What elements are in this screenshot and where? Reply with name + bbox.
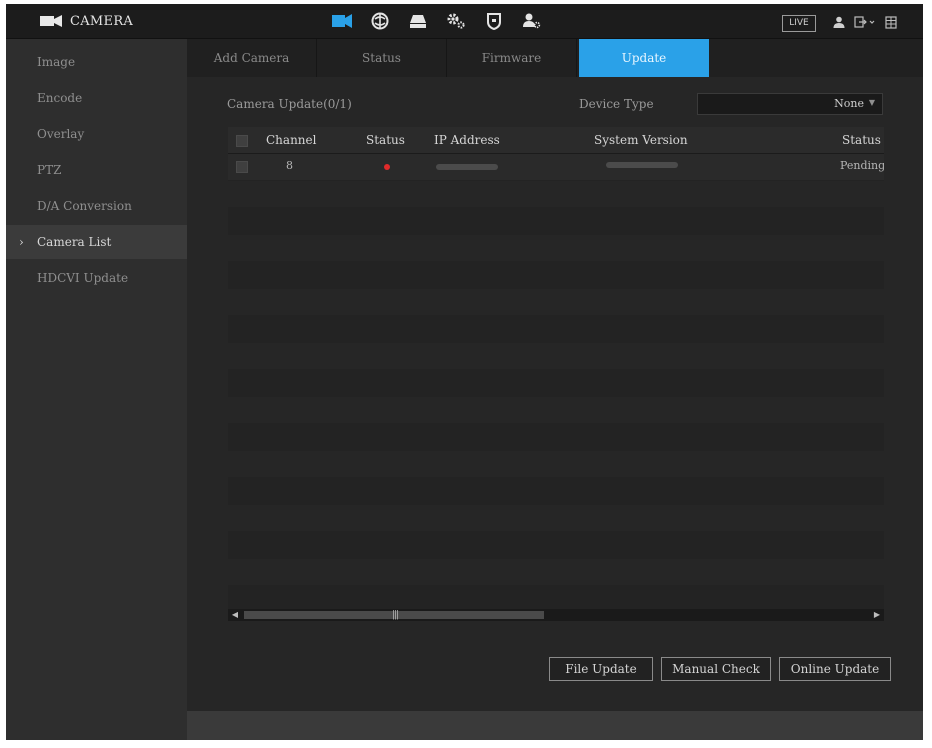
network-icon[interactable] — [366, 7, 394, 35]
tab-firmware[interactable]: Firmware — [447, 39, 577, 77]
sidebar-item-label: Overlay — [37, 127, 85, 141]
tab-status[interactable]: Status — [317, 39, 447, 77]
chevron-down-icon: ▼ — [868, 98, 875, 107]
column-header-system-version: System Version — [594, 133, 688, 147]
ip-address-redacted — [436, 164, 498, 170]
logout-icon[interactable] — [852, 14, 878, 30]
sidebar-item-camera-list[interactable]: › Camera List — [6, 225, 187, 259]
chevron-right-icon: › — [19, 235, 24, 249]
channel-cell: 8 — [286, 159, 293, 172]
sidebar-item-label: Camera List — [37, 235, 112, 249]
grip-icon: ||| — [392, 610, 399, 620]
scrollbar-thumb[interactable]: ||| — [244, 610, 544, 620]
camera-icon[interactable] — [328, 7, 356, 35]
sidebar-item-label: Image — [37, 55, 76, 69]
sidebar-item-image[interactable]: Image — [6, 45, 187, 79]
live-button[interactable]: LIVE — [782, 15, 816, 32]
manual-check-button[interactable]: Manual Check — [661, 657, 771, 681]
scroll-left-icon[interactable]: ◀ — [228, 609, 242, 621]
sidebar-item-da-conversion[interactable]: D/A Conversion — [6, 189, 187, 223]
account-icon[interactable] — [518, 7, 546, 35]
main-panel: Camera Update(0/1) Device Type None ▼ Ch… — [187, 77, 923, 711]
sidebar-item-overlay[interactable]: Overlay — [6, 117, 187, 151]
table-row — [228, 289, 884, 315]
select-all-checkbox[interactable] — [236, 135, 248, 147]
table-row — [228, 451, 884, 477]
tab-update[interactable]: Update — [579, 39, 709, 77]
table-row — [228, 235, 884, 261]
sidebar-item-label: D/A Conversion — [37, 199, 132, 213]
table-row — [228, 505, 884, 531]
table-row — [228, 397, 884, 423]
online-update-button[interactable]: Online Update — [779, 657, 891, 681]
table-header: Channel Status IP Address System Version… — [228, 127, 884, 154]
main-menu-icons — [328, 7, 546, 35]
device-type-label: Device Type — [579, 97, 654, 111]
app-window: CAMERA LIVE Image Encode Overlay PTZ D/A… — [6, 4, 923, 740]
table-row — [228, 559, 884, 585]
user-icon[interactable] — [830, 14, 848, 30]
table-row — [228, 181, 884, 207]
camera-update-table: Channel Status IP Address System Version… — [228, 127, 884, 621]
sidebar-item-label: HDCVI Update — [37, 271, 129, 285]
update-status-cell: Pending — [840, 159, 884, 172]
sidebar-item-hdcvi-update[interactable]: HDCVI Update — [6, 261, 187, 295]
table-row[interactable]: 8 Pending — [228, 154, 884, 180]
grid-icon[interactable] — [882, 14, 900, 30]
footer-bar — [187, 711, 923, 740]
column-header-channel: Channel — [266, 133, 317, 147]
sidebar: Image Encode Overlay PTZ D/A Conversion … — [6, 39, 187, 740]
tab-add-camera[interactable]: Add Camera — [187, 39, 317, 77]
storage-icon[interactable] — [404, 7, 432, 35]
horizontal-scrollbar[interactable]: ◀ ||| ▶ — [228, 609, 884, 621]
camera-update-count: Camera Update(0/1) — [227, 97, 352, 111]
column-header-ip-address: IP Address — [434, 133, 500, 147]
row-checkbox[interactable] — [236, 161, 248, 173]
app-brand: CAMERA — [40, 11, 133, 31]
column-header-update-status: Status — [842, 133, 881, 147]
column-header-status: Status — [366, 133, 405, 147]
device-type-value: None — [834, 97, 864, 110]
device-type-select[interactable]: None ▼ — [697, 93, 883, 115]
camera-menu-icon — [40, 15, 62, 27]
top-bar: CAMERA LIVE — [6, 4, 923, 39]
sidebar-item-label: Encode — [37, 91, 83, 105]
sidebar-item-label: PTZ — [37, 163, 62, 177]
system-settings-icon[interactable] — [442, 7, 470, 35]
sidebar-item-encode[interactable]: Encode — [6, 81, 187, 115]
app-title: CAMERA — [70, 13, 134, 29]
table-row — [228, 343, 884, 369]
security-icon[interactable] — [480, 7, 508, 35]
scroll-right-icon[interactable]: ▶ — [870, 609, 884, 621]
sidebar-item-ptz[interactable]: PTZ — [6, 153, 187, 187]
system-version-redacted — [606, 162, 678, 168]
file-update-button[interactable]: File Update — [549, 657, 653, 681]
tab-bar: Add Camera Status Firmware Update — [187, 39, 923, 77]
status-offline-icon — [384, 164, 390, 170]
